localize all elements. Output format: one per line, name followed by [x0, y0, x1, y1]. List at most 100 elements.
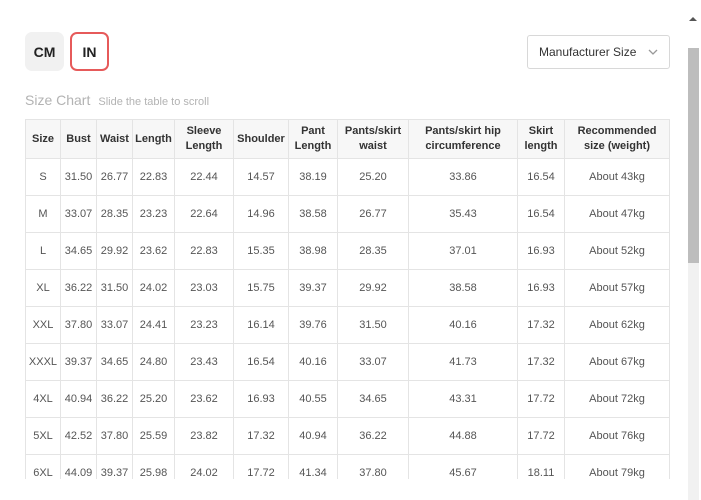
table-cell: 39.76: [288, 306, 338, 344]
table-cell: 24.02: [174, 454, 234, 479]
table-cell: 16.93: [517, 232, 565, 270]
size-label-cell: XL: [25, 269, 61, 307]
scroll-up-arrow-icon[interactable]: [688, 14, 698, 24]
column-header: Waist: [96, 119, 133, 159]
size-label-cell: 6XL: [25, 454, 61, 479]
table-cell: 36.22: [337, 417, 409, 455]
table-cell: 26.77: [337, 195, 409, 233]
table-cell: 25.20: [337, 158, 409, 196]
table-cell: 15.75: [233, 269, 289, 307]
table-cell: 33.07: [96, 306, 133, 344]
table-cell: 15.35: [233, 232, 289, 270]
table-cell: 36.22: [60, 269, 97, 307]
size-table: Size Bust Waist Length Sleeve Length Shoulder P…: [25, 119, 670, 479]
size-select-value: Manufacturer Size: [539, 45, 637, 59]
table-row: 4XL 40.94 36.22 25.20 23.62 16.93 40.55 34.65 43…: [25, 380, 670, 418]
table-cell: 22.83: [174, 232, 234, 270]
table-cell: 17.32: [517, 343, 565, 381]
table-cell: About 43kg: [564, 158, 670, 196]
table-cell: 45.67: [408, 454, 518, 479]
table-cell: 37.80: [96, 417, 133, 455]
table-cell: About 67kg: [564, 343, 670, 381]
column-header: Shoulder: [233, 119, 289, 159]
table-cell: 22.83: [132, 158, 175, 196]
table-cell: 40.16: [408, 306, 518, 344]
size-chart-title: Size Chart: [25, 92, 91, 108]
unit-toggle: CM IN: [25, 32, 109, 71]
table-cell: 23.03: [174, 269, 234, 307]
table-cell: 44.88: [408, 417, 518, 455]
table-cell: 41.73: [408, 343, 518, 381]
table-cell: 16.54: [517, 158, 565, 196]
table-cell: About 79kg: [564, 454, 670, 479]
column-header: Pants/skirt waist: [337, 119, 409, 159]
table-cell: 14.96: [233, 195, 289, 233]
table-cell: 23.62: [132, 232, 175, 270]
size-table-scroll[interactable]: Size Bust Waist Length Sleeve Length Shoulder P…: [25, 119, 670, 479]
table-cell: 28.35: [337, 232, 409, 270]
table-cell: 40.94: [288, 417, 338, 455]
table-cell: 24.41: [132, 306, 175, 344]
column-header-label: circumference: [425, 140, 501, 152]
table-cell: 17.72: [233, 454, 289, 479]
table-cell: 17.72: [517, 380, 565, 418]
size-label-cell: S: [25, 158, 61, 196]
page-scrollbar[interactable]: [686, 10, 700, 500]
size-label-cell: 4XL: [25, 380, 61, 418]
column-header-label: Pants/skirt hip: [425, 125, 501, 137]
table-cell: 23.23: [132, 195, 175, 233]
table-header-row: Size Bust Waist Length Sleeve Length Shoulder P…: [25, 119, 670, 159]
unit-cm-button[interactable]: CM: [25, 32, 64, 71]
table-cell: 18.11: [517, 454, 565, 479]
column-header-label: Length: [185, 140, 223, 152]
table-cell: 31.50: [60, 158, 97, 196]
column-header-label: length: [524, 140, 558, 152]
table-cell: 24.02: [132, 269, 175, 307]
table-row: S 31.50 26.77 22.83 22.44 14.57 38.19 25.20 33.8…: [25, 158, 670, 196]
table-body: S 31.50 26.77 22.83 22.44 14.57 38.19 25.20 33.8…: [25, 158, 670, 479]
table-cell: 14.57: [233, 158, 289, 196]
table-cell: 26.77: [96, 158, 133, 196]
table-cell: 23.23: [174, 306, 234, 344]
manufacturer-size-select[interactable]: Manufacturer Size: [527, 35, 670, 69]
table-cell: 17.32: [233, 417, 289, 455]
table-cell: 33.86: [408, 158, 518, 196]
column-header: Sleeve Length: [174, 119, 234, 159]
table-cell: 38.19: [288, 158, 338, 196]
table-cell: 39.37: [288, 269, 338, 307]
table-cell: 40.94: [60, 380, 97, 418]
column-header-label: waist: [359, 140, 387, 152]
table-cell: 16.54: [233, 343, 289, 381]
table-cell: 38.98: [288, 232, 338, 270]
column-header: Pants/skirt hip circumference: [408, 119, 518, 159]
table-cell: About 47kg: [564, 195, 670, 233]
size-label-cell: XXXL: [25, 343, 61, 381]
unit-in-button[interactable]: IN: [70, 32, 109, 71]
column-header: Length: [132, 119, 175, 159]
size-label-cell: XXL: [25, 306, 61, 344]
column-header-label: Length: [294, 140, 332, 152]
table-cell: About 76kg: [564, 417, 670, 455]
table-cell: 36.22: [96, 380, 133, 418]
table-cell: 25.20: [132, 380, 175, 418]
table-cell: 25.98: [132, 454, 175, 479]
size-chart-header: Size Chart Slide the table to scroll: [25, 92, 209, 108]
table-cell: 24.80: [132, 343, 175, 381]
table-cell: 42.52: [60, 417, 97, 455]
scrollbar-thumb[interactable]: [688, 48, 699, 263]
size-label-cell: M: [25, 195, 61, 233]
chevron-down-icon: [648, 49, 658, 55]
table-cell: 22.64: [174, 195, 234, 233]
table-row: L 34.65 29.92 23.62 22.83 15.35 38.98 28.35 37.0…: [25, 232, 670, 270]
table-cell: About 57kg: [564, 269, 670, 307]
table-cell: 34.65: [337, 380, 409, 418]
column-header: Recommended size (weight): [564, 119, 670, 159]
table-cell: 37.01: [408, 232, 518, 270]
table-cell: About 62kg: [564, 306, 670, 344]
table-cell: 40.16: [288, 343, 338, 381]
table-cell: 16.54: [517, 195, 565, 233]
column-header-label: Pant: [301, 125, 325, 137]
column-header: Bust: [60, 119, 97, 159]
size-label-cell: L: [25, 232, 61, 270]
table-cell: 25.59: [132, 417, 175, 455]
